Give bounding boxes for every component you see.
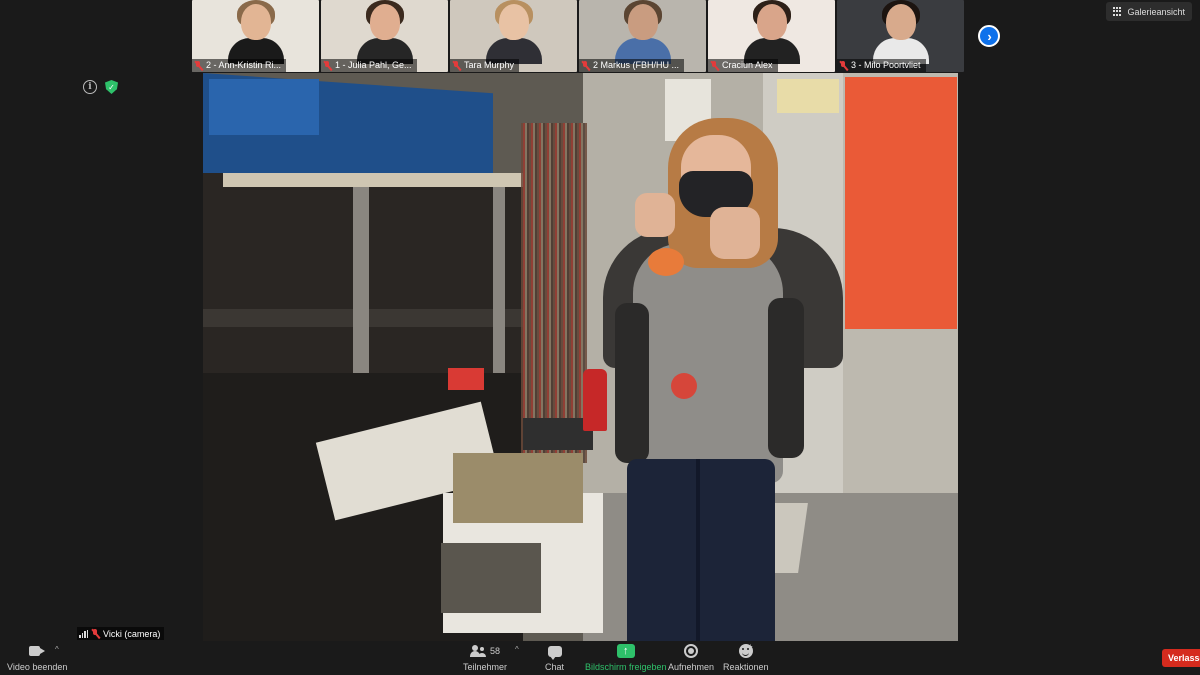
chat-icon: [547, 645, 562, 660]
record-button[interactable]: Aufnehmen: [668, 643, 714, 672]
participants-button[interactable]: 58 Teilnehmer: [463, 643, 507, 672]
main-video-feed: [203, 73, 958, 641]
participant-thumbnail[interactable]: Tara Murphy: [450, 0, 577, 72]
signal-strength-icon: [79, 629, 88, 638]
participant-thumbnail[interactable]: 2 Markus (FBH/HU ...: [579, 0, 706, 72]
participant-name-label: Tara Murphy: [450, 59, 520, 72]
meeting-toolbar: Video beenden ^ 58 Teilnehmer ^ Chat ↑ B…: [0, 640, 1200, 675]
participant-thumbnail[interactable]: 3 - Milo Poortvliet: [837, 0, 964, 72]
participant-name-label: 2 Markus (FBH/HU ...: [579, 59, 685, 72]
participant-name-label: 1 - Julia Pahl, Ge...: [321, 59, 417, 72]
mic-muted-icon: [452, 60, 461, 71]
chevron-up-icon[interactable]: ^: [515, 645, 519, 654]
info-icon[interactable]: i: [83, 80, 97, 94]
participant-name-label: Craciun Alex: [708, 59, 778, 72]
security-shield-icon[interactable]: ✓: [105, 80, 118, 94]
speaker-name: Vicki (camera): [103, 628, 161, 639]
participants-icon: [470, 645, 486, 657]
share-screen-button[interactable]: ↑ Bildschirm freigeben: [585, 643, 667, 672]
mic-muted-icon: [581, 60, 590, 71]
mic-muted-icon: [839, 60, 848, 71]
plus-icon: +: [748, 642, 753, 651]
gallery-view-button[interactable]: Galerieansicht: [1106, 2, 1192, 21]
gallery-view-label: Galerieansicht: [1127, 6, 1185, 17]
participant-thumbnail[interactable]: Craciun Alex: [708, 0, 835, 72]
mic-muted-icon: [710, 60, 719, 71]
speaker-name-tag: Vicki (camera): [77, 627, 165, 640]
participant-strip: 2 - Ann-Kristin Ri... 1 - Julia Pahl, Ge…: [192, 0, 964, 72]
chevron-right-icon: ›: [987, 28, 992, 44]
record-icon: [684, 644, 699, 658]
chevron-up-icon[interactable]: ^: [55, 645, 59, 654]
participant-thumbnail[interactable]: 2 - Ann-Kristin Ri...: [192, 0, 319, 72]
participant-name-label: 2 - Ann-Kristin Ri...: [192, 59, 287, 72]
participant-count: 58: [490, 646, 501, 656]
leave-meeting-button[interactable]: Verlassen: [1162, 649, 1200, 667]
mic-muted-icon: [323, 60, 332, 71]
chat-button[interactable]: Chat: [545, 643, 564, 672]
participant-thumbnail[interactable]: 1 - Julia Pahl, Ge...: [321, 0, 448, 72]
grid-icon: [1113, 7, 1122, 16]
mic-muted-icon: [91, 628, 100, 639]
reactions-button[interactable]: Reaktionen: [723, 643, 769, 672]
participant-name-label: 3 - Milo Poortvliet: [837, 59, 926, 72]
share-screen-icon: ↑: [616, 644, 635, 658]
next-page-button[interactable]: ›: [978, 25, 1000, 47]
mic-muted-icon: [194, 60, 203, 71]
camera-icon: [29, 646, 46, 656]
